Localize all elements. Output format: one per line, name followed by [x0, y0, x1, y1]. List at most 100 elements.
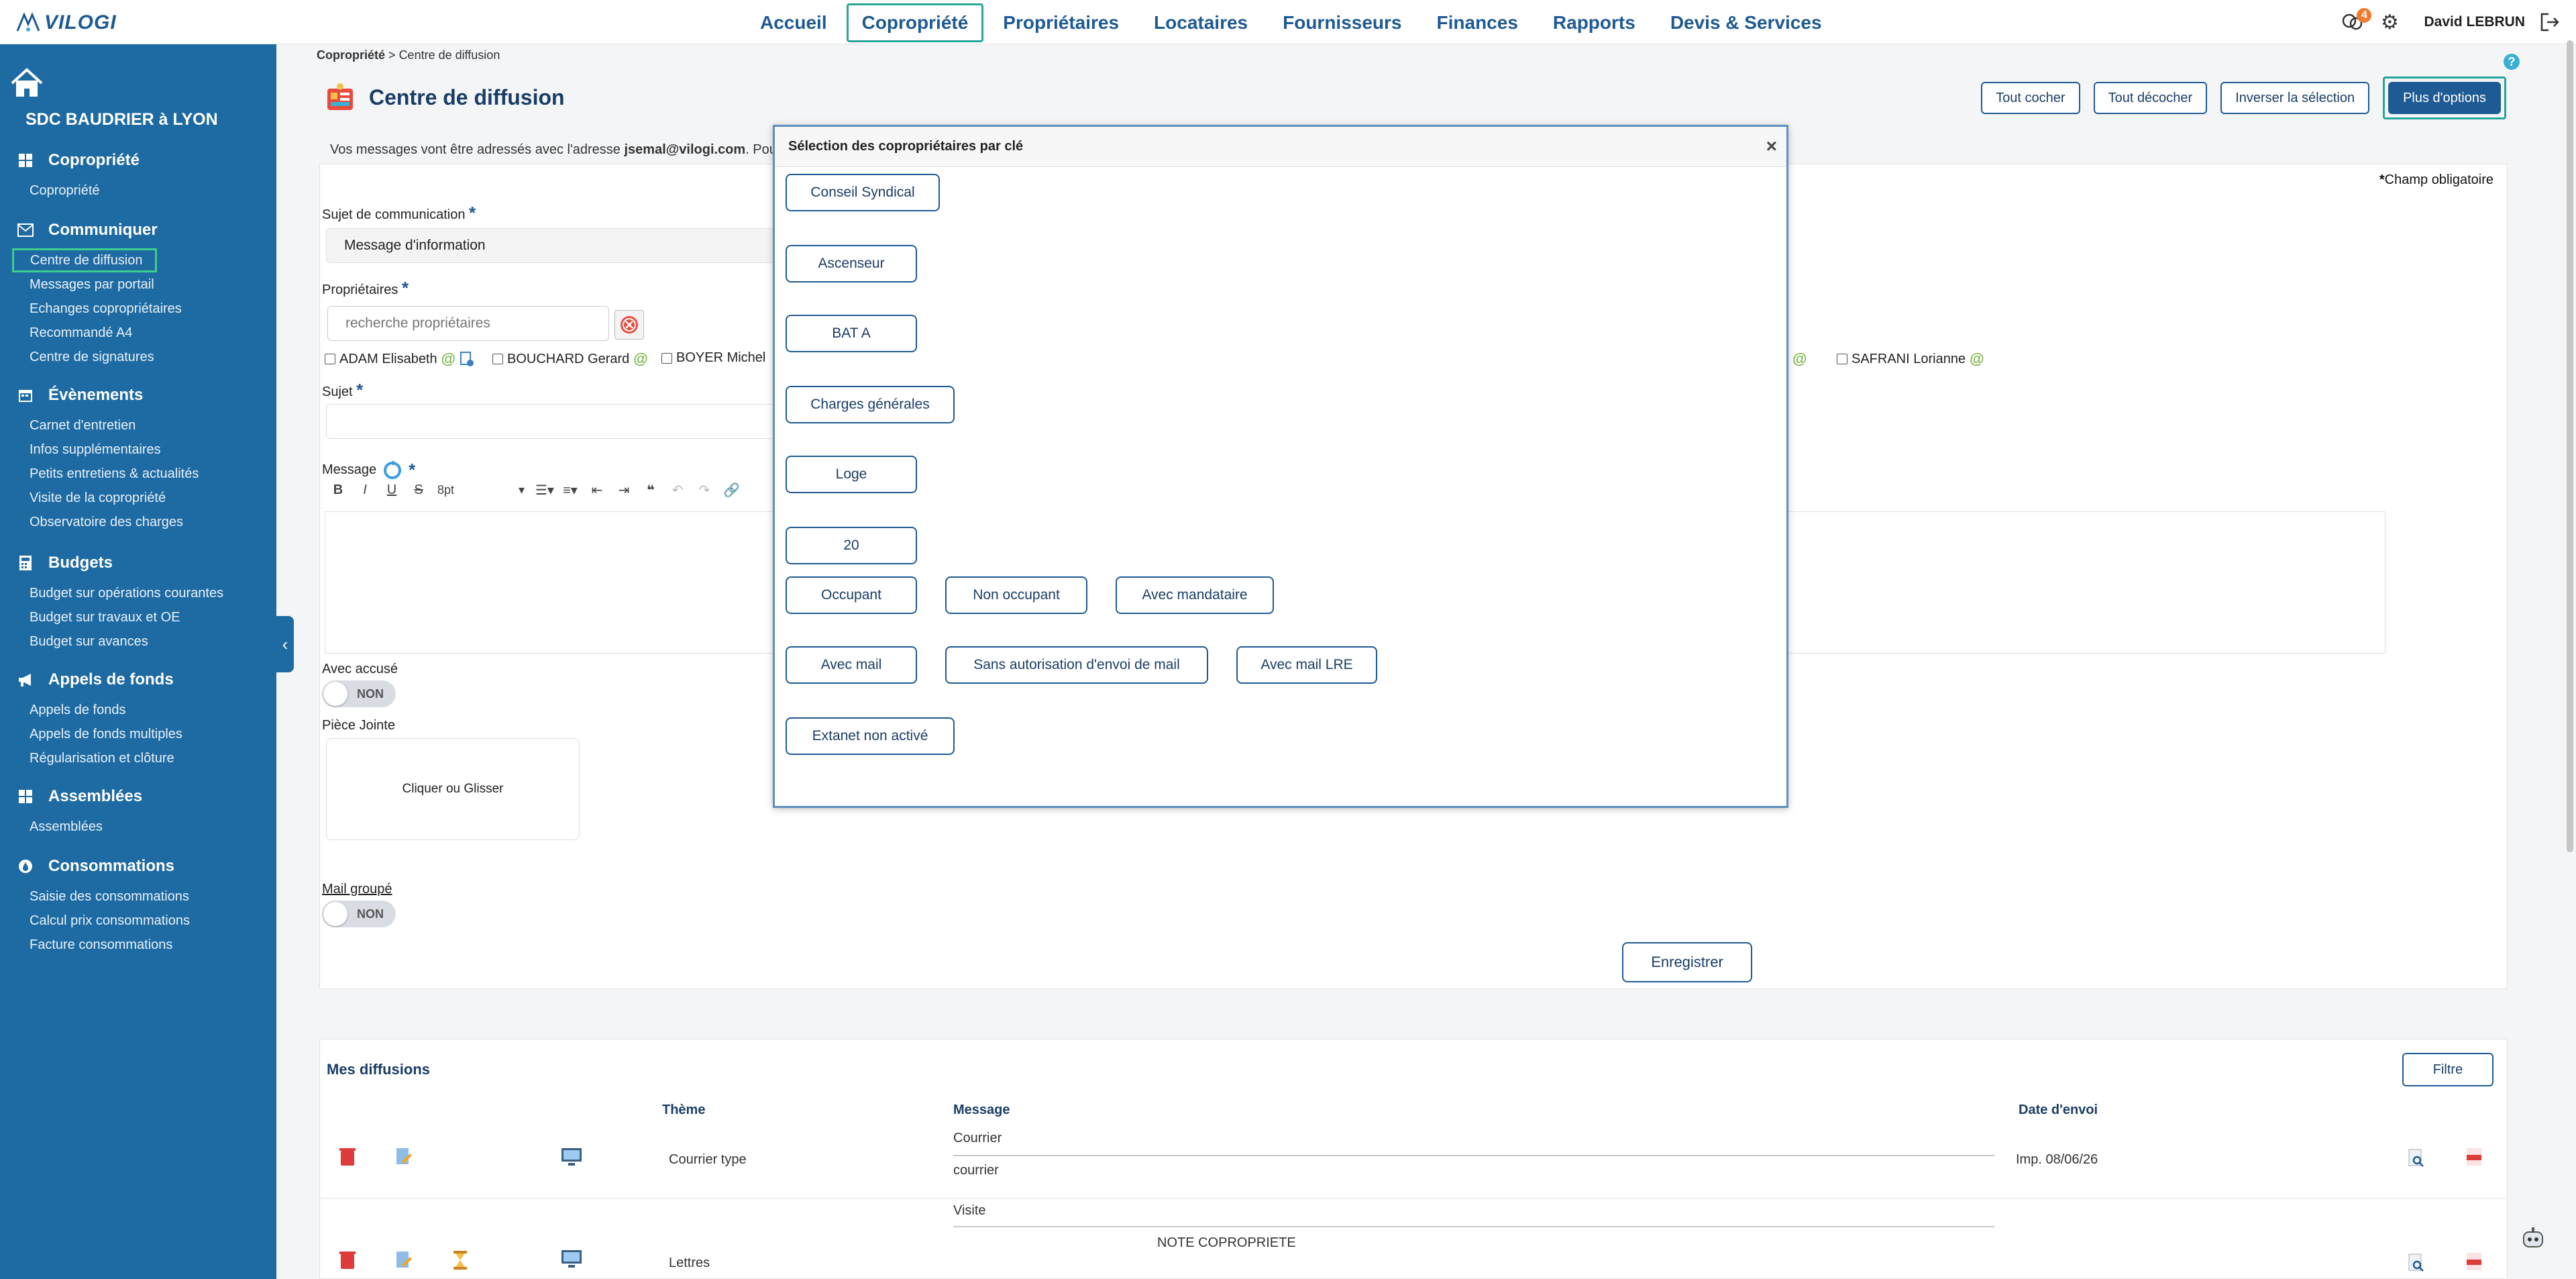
sidebar-item-saisie[interactable]: Saisie des consommations [0, 884, 276, 909]
key-20-button[interactable]: 20 [786, 527, 917, 564]
clear-search-button[interactable] [614, 310, 644, 340]
avec-mail-lre-button[interactable]: Avec mail LRE [1236, 646, 1377, 684]
pdf-icon[interactable] [2465, 1147, 2483, 1167]
subject-input[interactable] [326, 404, 782, 439]
checkbox[interactable] [492, 354, 503, 364]
nav-devis-services[interactable]: Devis & Services [1655, 3, 1837, 42]
preview-icon[interactable] [2408, 1148, 2425, 1168]
sidebar-item-facture[interactable]: Facture consommations [0, 933, 276, 957]
sidebar-item-messages-portail[interactable]: Messages par portail [0, 272, 276, 297]
vilogi-logo[interactable]: VILOGI [15, 9, 117, 36]
nav-locataires[interactable]: Locataires [1138, 3, 1263, 42]
sidebar-item-signatures[interactable]: Centre de signatures [0, 345, 276, 369]
pdf-icon[interactable] [2465, 1251, 2483, 1272]
key-ascenseur-button[interactable]: Ascenseur [786, 245, 917, 283]
support-icon[interactable]: 4 [2339, 8, 2372, 35]
edit-document-icon[interactable] [395, 1250, 413, 1270]
uncheck-all-button[interactable]: Tout décocher [2093, 82, 2208, 114]
undo-icon[interactable]: ↶ [669, 482, 686, 499]
close-icon[interactable]: × [1766, 137, 1777, 156]
indent-icon[interactable]: ⇥ [616, 482, 632, 499]
non-occupant-button[interactable]: Non occupant [945, 576, 1087, 614]
sidebar-item-assemblees[interactable]: Assemblées [0, 815, 276, 839]
subject-type-select[interactable]: Message d'information [326, 228, 782, 263]
sidebar-item-carnet[interactable]: Carnet d'entretien [0, 413, 276, 438]
checkbox[interactable] [1837, 354, 1847, 364]
nav-finances[interactable]: Finances [1421, 3, 1534, 42]
bullet-list-icon[interactable]: ☰▾ [535, 482, 554, 499]
numbered-list-icon[interactable]: ≡▾ [562, 482, 578, 499]
sidebar-item-petits-entretiens[interactable]: Petits entretiens & actualités [0, 462, 276, 486]
key-loge-button[interactable]: Loge [786, 456, 917, 493]
owner-checkbox-bouchard[interactable]: BOUCHARD Gerard @ [492, 350, 648, 368]
sidebar-head-communiquer[interactable]: Communiquer [0, 212, 276, 248]
sidebar-item-appels-multiples[interactable]: Appels de fonds multiples [0, 722, 276, 746]
sidebar-item-observatoire[interactable]: Observatoire des charges [0, 510, 276, 534]
sidebar-item-infos[interactable]: Infos supplémentaires [0, 438, 276, 462]
nav-copropriete[interactable]: Copropriété [846, 3, 984, 42]
sidebar-item-copropriete[interactable]: Copropriété [0, 178, 276, 203]
user-name[interactable]: David LEBRUN [2424, 14, 2525, 30]
sans-autorisation-mail-button[interactable]: Sans autorisation d'envoi de mail [945, 646, 1208, 684]
owner-checkbox-safrani[interactable]: SAFRANI Lorianne @ [1837, 350, 1984, 368]
owner-checkbox-adam[interactable]: ADAM Elisabeth @ [325, 350, 474, 368]
grouped-mail-toggle[interactable]: NON [322, 901, 396, 927]
preview-icon[interactable] [2408, 1253, 2425, 1273]
sidebar-item-visite[interactable]: Visite de la copropriété [0, 486, 276, 510]
sidebar-head-assemblees[interactable]: Assemblées [0, 778, 276, 815]
redo-icon[interactable]: ↷ [696, 482, 712, 499]
trash-icon[interactable] [339, 1250, 356, 1270]
edit-document-icon[interactable] [395, 1147, 413, 1167]
nav-accueil[interactable]: Accueil [745, 3, 843, 42]
gear-icon[interactable]: ⚙ [2377, 9, 2402, 35]
attachment-dropzone[interactable]: Cliquer ou Glisser [326, 738, 580, 840]
trash-icon[interactable] [339, 1147, 356, 1167]
checkbox[interactable] [661, 352, 672, 364]
occupant-button[interactable]: Occupant [786, 576, 917, 614]
sidebar-item-budget-travaux[interactable]: Budget sur travaux et OE [0, 605, 276, 629]
logout-icon[interactable] [2537, 9, 2563, 35]
breadcrumb-root[interactable]: Copropriété [317, 48, 385, 62]
refresh-icon[interactable] [382, 459, 403, 480]
sidebar-collapse-button[interactable]: ‹ [276, 616, 294, 672]
key-conseil-syndical-button[interactable]: Conseil Syndical [786, 174, 940, 211]
sidebar-item-echanges[interactable]: Echanges copropriétaires [0, 297, 276, 321]
page-scrollbar[interactable] [2567, 40, 2573, 852]
key-charges-generales-button[interactable]: Charges générales [786, 386, 955, 423]
nav-proprietaires[interactable]: Propriétaires [987, 3, 1134, 42]
home-icon[interactable] [9, 67, 44, 99]
owner-checkbox-boyer[interactable]: BOYER Michel [661, 350, 765, 366]
invert-selection-button[interactable]: Inverser la sélection [2220, 82, 2370, 114]
underline-icon[interactable]: U [384, 482, 400, 498]
nav-fournisseurs[interactable]: Fournisseurs [1267, 3, 1417, 42]
nav-rapports[interactable]: Rapports [1538, 3, 1651, 42]
italic-icon[interactable]: I [357, 482, 373, 498]
key-bat-a-button[interactable]: BAT A [786, 315, 917, 352]
bold-icon[interactable]: B [330, 482, 346, 498]
save-button[interactable]: Enregistrer [1622, 942, 1752, 982]
sidebar-item-recommande[interactable]: Recommandé A4 [0, 321, 276, 345]
link-icon[interactable]: 🔗 [723, 482, 740, 499]
ack-toggle[interactable]: NON [322, 680, 396, 707]
assistant-robot-icon[interactable] [2520, 1225, 2546, 1252]
sidebar-head-budgets[interactable]: Budgets [0, 545, 276, 581]
sidebar-head-consommations[interactable]: Consommations [0, 848, 276, 884]
check-all-button[interactable]: Tout cocher [1981, 82, 2080, 114]
checkbox[interactable] [325, 354, 335, 364]
sidebar-head-appels[interactable]: Appels de fonds [0, 662, 276, 698]
outdent-icon[interactable]: ⇤ [589, 482, 605, 499]
help-icon[interactable]: ? [2504, 54, 2520, 70]
owners-search-input[interactable] [327, 306, 609, 341]
sidebar-item-calcul[interactable]: Calcul prix consommations [0, 909, 276, 933]
filter-button[interactable]: Filtre [2402, 1053, 2493, 1086]
sidebar-item-budget-avances[interactable]: Budget sur avances [0, 629, 276, 654]
extranet-non-active-button[interactable]: Extanet non activé [786, 717, 955, 755]
font-size-select[interactable]: 8pt ▾ [437, 483, 525, 497]
more-options-button[interactable]: Plus d'options [2388, 82, 2501, 114]
quote-icon[interactable]: ❝ [643, 482, 659, 499]
sidebar-item-appels[interactable]: Appels de fonds [0, 698, 276, 722]
sidebar-item-centre-de-diffusion[interactable]: Centre de diffusion [12, 248, 157, 272]
avec-mail-button[interactable]: Avec mail [786, 646, 917, 684]
sidebar-head-evenements[interactable]: Évènements [0, 377, 276, 413]
sidebar-head-copropriete[interactable]: Copropriété [0, 142, 276, 178]
